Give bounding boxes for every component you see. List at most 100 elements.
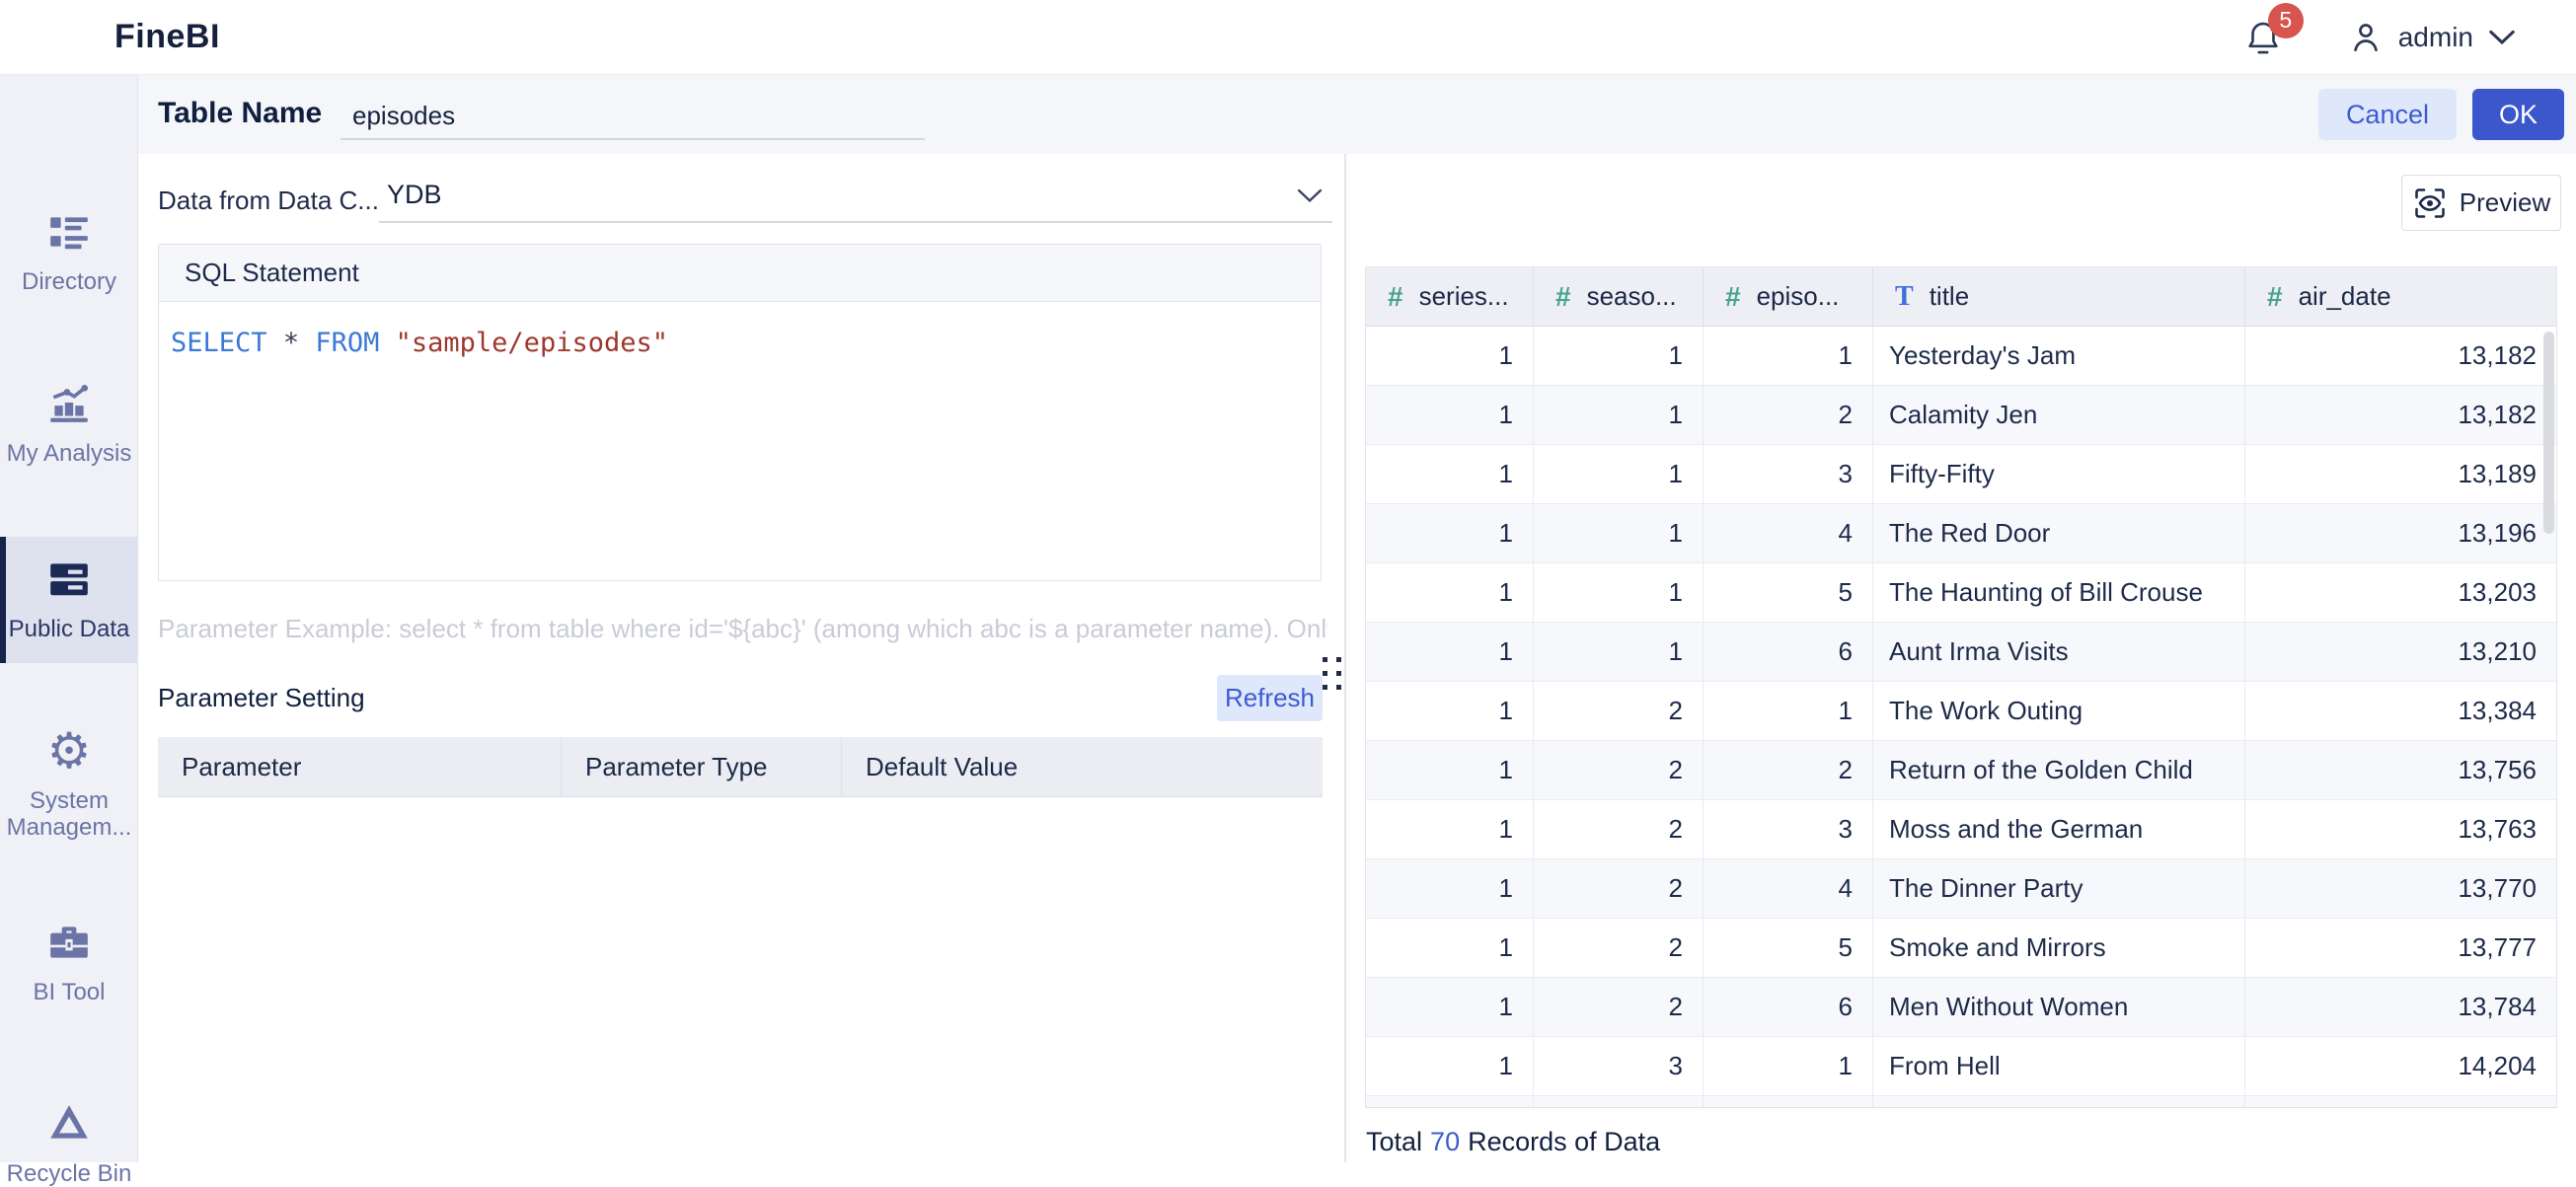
panel-resizer-handle[interactable] — [1323, 657, 1341, 690]
sidebar: Directory My Analysis Public Data ⚙System M… — [0, 75, 138, 1162]
table-name-value: episodes — [352, 101, 455, 130]
table-name-bar: Table Name episodes Cancel OK — [138, 75, 2576, 154]
table-cell: 1 — [1534, 327, 1704, 385]
public-data-icon — [46, 556, 92, 602]
table-cell: 1 — [1366, 563, 1534, 622]
column-header-air_date[interactable]: # air_date — [2245, 267, 2556, 326]
sql-editor: SQL Statement SELECT * FROM "sample/epis… — [158, 244, 1322, 581]
table-row: 126Men Without Women13,784 — [1366, 978, 2556, 1037]
column-header-seaso[interactable]: #seaso... — [1534, 267, 1704, 326]
table-cell: Calamity Jen — [1873, 386, 2245, 444]
total-prefix: Total — [1366, 1127, 1422, 1156]
sidebar-item-bi-tool[interactable]: BI Tool — [0, 920, 138, 1005]
analysis-icon — [46, 381, 92, 426]
preview-icon — [2412, 185, 2448, 221]
sql-statement-header: SQL Statement — [159, 245, 1321, 302]
table-cell: 1 — [1534, 386, 1704, 444]
table-cell: 2 — [1534, 978, 1704, 1036]
table-cell: 3 — [1704, 445, 1873, 503]
table-cell: 1 — [1366, 327, 1534, 385]
table-cell: 1 — [1704, 682, 1873, 740]
table-cell: 1 — [1534, 563, 1704, 622]
column-header-label: series... — [1419, 281, 1509, 312]
table-cell: 2 — [1534, 682, 1704, 740]
table-cell: 13,763 — [2245, 800, 2556, 858]
user-menu[interactable]: admin — [2347, 18, 2517, 57]
top-bar: FineBI 5 admin — [0, 0, 2576, 75]
sql-token-plain — [299, 328, 315, 358]
ok-button[interactable]: OK — [2472, 89, 2564, 140]
panel-divider — [1344, 154, 1346, 1162]
notifications-button[interactable]: 5 — [2242, 15, 2284, 60]
sidebar-item-public-data[interactable]: Public Data — [0, 537, 138, 663]
table-row: 125Smoke and Mirrors13,777 — [1366, 919, 2556, 978]
sql-token-plain — [267, 328, 283, 358]
table-cell: 1 — [1704, 327, 1873, 385]
sidebar-item-my-analysis[interactable]: My Analysis — [0, 381, 138, 467]
sidebar-item-recycle-bin[interactable]: Recycle Bin — [0, 1101, 138, 1187]
table-cell: The Dinner Party — [1873, 859, 2245, 918]
table-cell: Return of the Golden Child — [1873, 741, 2245, 799]
sidebar-item-label: My Analysis — [2, 440, 136, 467]
table-cell — [1873, 1096, 2245, 1107]
table-cell: 2 — [1534, 741, 1704, 799]
table-cell: 13,384 — [2245, 682, 2556, 740]
table-cell — [1534, 1096, 1704, 1107]
strip-buttons: Cancel OK — [2318, 89, 2564, 140]
table-cell: 5 — [1704, 563, 1873, 622]
numeric-type-icon: # — [1555, 281, 1571, 313]
table-cell: 1 — [1366, 919, 1534, 977]
table-cell: 6 — [1704, 623, 1873, 681]
data-connection-select[interactable]: YDB — [379, 170, 1332, 223]
table-cell: 1 — [1366, 386, 1534, 444]
table-row: 112Calamity Jen13,182 — [1366, 386, 2556, 445]
column-header-series[interactable]: # series... — [1366, 267, 1534, 326]
table-name-input[interactable]: episodes — [341, 91, 925, 140]
numeric-type-icon: # — [2267, 281, 2283, 313]
table-cell: 1 — [1366, 800, 1534, 858]
preview-button-label: Preview — [2460, 187, 2550, 218]
table-cell: 1 — [1534, 445, 1704, 503]
user-icon — [2347, 18, 2385, 57]
column-header-label: episo... — [1757, 281, 1840, 312]
table-name-label: Table Name — [158, 97, 322, 130]
table-cell: 1 — [1366, 682, 1534, 740]
column-header-label: air_date — [2299, 281, 2391, 312]
sidebar-item-directory[interactable]: Directory — [0, 209, 138, 295]
gear-icon: ⚙ — [47, 728, 92, 774]
vertical-scrollbar[interactable] — [2543, 332, 2554, 534]
table-row: 121The Work Outing13,384 — [1366, 682, 2556, 741]
param-column-header: Parameter Type — [562, 737, 842, 796]
table-cell: From Hell — [1873, 1037, 2245, 1095]
numeric-type-icon: # — [1388, 281, 1403, 313]
table-cell — [1366, 1096, 1534, 1107]
sidebar-item-system-management[interactable]: ⚙System Managem... — [0, 728, 138, 841]
username: admin — [2398, 22, 2473, 53]
table-cell: 13,196 — [2245, 504, 2556, 562]
table-cell: 3 — [1704, 800, 1873, 858]
table-cell: 4 — [1704, 504, 1873, 562]
sql-code-area[interactable]: SELECT * FROM "sample/episodes" — [159, 302, 1321, 384]
table-cell: 1 — [1534, 623, 1704, 681]
directory-icon — [46, 209, 92, 255]
table-cell: 13,784 — [2245, 978, 2556, 1036]
numeric-type-icon: # — [1725, 281, 1741, 313]
table-row: 115The Haunting of Bill Crouse13,203 — [1366, 563, 2556, 623]
table-cell: 2 — [1704, 741, 1873, 799]
column-header-episo[interactable]: # episo... — [1704, 267, 1873, 326]
table-cell: 1 — [1366, 623, 1534, 681]
preview-button[interactable]: Preview — [2401, 175, 2561, 231]
cancel-button[interactable]: Cancel — [2318, 89, 2457, 140]
preview-data-table: #series...#seaso...#episo...Ttitle#air_d… — [1365, 266, 2557, 1108]
data-connection-value: YDB — [387, 180, 442, 210]
notification-badge: 5 — [2268, 3, 2304, 38]
table-cell: 1 — [1534, 504, 1704, 562]
column-header-title[interactable]: Ttitle — [1873, 267, 2245, 326]
app-logo: FineBI — [114, 18, 220, 56]
table-row: 114The Red Door13,196 — [1366, 504, 2556, 563]
refresh-button[interactable]: Refresh — [1217, 675, 1323, 721]
chevron-down-icon — [1295, 187, 1325, 204]
table-cell: The Haunting of Bill Crouse — [1873, 563, 2245, 622]
table-cell: 1 — [1366, 445, 1534, 503]
table-cell: Smoke and Mirrors — [1873, 919, 2245, 977]
